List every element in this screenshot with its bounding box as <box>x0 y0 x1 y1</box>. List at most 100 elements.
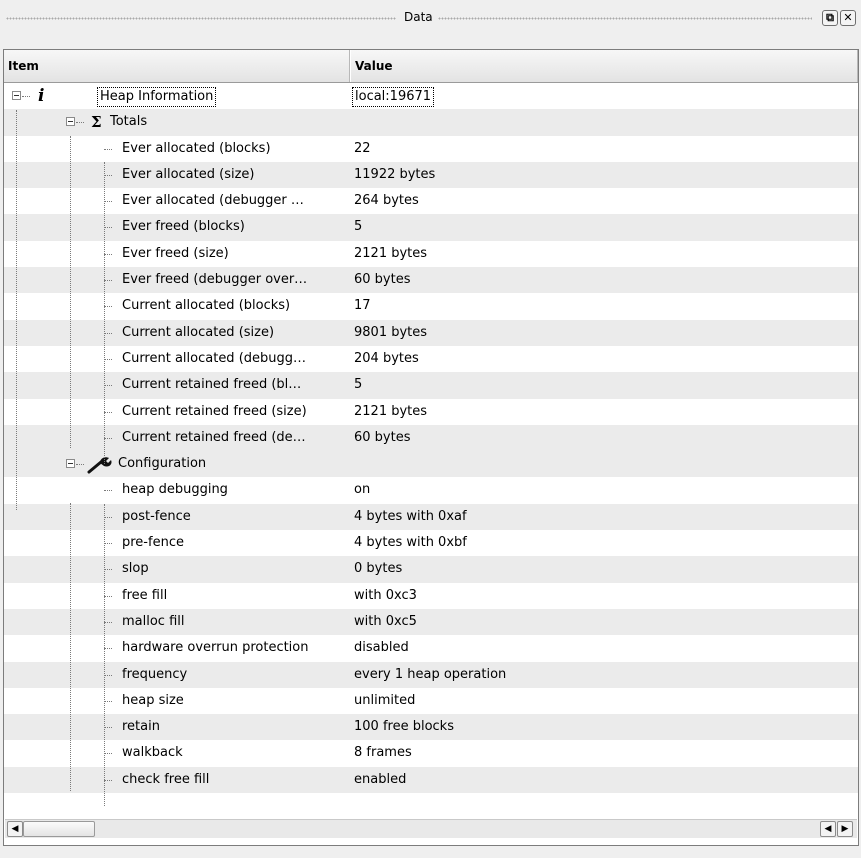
tree-connector <box>104 753 112 755</box>
tree-item-label: Ever allocated (size) <box>122 166 255 182</box>
scroll-left-button-2[interactable]: ◀ <box>820 821 836 837</box>
tree-connector <box>104 253 112 255</box>
tree-item-label: post-fence <box>122 508 191 524</box>
float-button[interactable]: ⧉ <box>822 10 838 26</box>
scroll-left-button[interactable]: ◀ <box>7 821 23 837</box>
tree-row[interactable]: frequency every 1 heap operation <box>4 661 858 688</box>
title-grip-right <box>438 17 812 20</box>
tree-row[interactable]: Current allocated (blocks) 17 <box>4 293 858 319</box>
tree-connector <box>104 516 112 518</box>
float-icon: ⧉ <box>826 11 834 24</box>
tree-row[interactable]: malloc fill with 0xc5 <box>4 608 858 636</box>
tree-connector <box>104 385 112 387</box>
tree-item-label: Configuration <box>118 456 207 472</box>
tree-item-value: 0 bytes <box>354 561 403 577</box>
tree-connector <box>104 174 112 176</box>
tree-connector <box>104 700 112 702</box>
tree-row[interactable]: Ever allocated (debugger … 264 bytes <box>4 188 858 214</box>
tree-row[interactable]: Current allocated (debugg… 204 bytes <box>4 346 858 372</box>
tree-item-label: Current retained freed (size) <box>122 403 307 419</box>
tree-row[interactable]: slop 0 bytes <box>4 556 858 583</box>
tree-row[interactable]: walkback 8 frames <box>4 740 858 766</box>
tree-guide-configuration <box>70 503 71 791</box>
tree-connector <box>104 595 112 597</box>
tree-item-label: Ever freed (size) <box>122 245 229 261</box>
tree-row[interactable]: hardware overrun protection disabled <box>4 635 858 661</box>
collapse-toggle[interactable] <box>66 117 75 127</box>
tree-item-value: 100 free blocks <box>354 719 454 735</box>
tree-row[interactable]: post-fence 4 bytes with 0xaf <box>4 503 858 531</box>
tree-connector <box>104 490 112 492</box>
column-header-value[interactable]: Value <box>350 50 858 82</box>
tree-row-configuration[interactable]: Configuration <box>4 451 858 478</box>
tree-row[interactable]: Ever freed (debugger over… 60 bytes <box>4 267 858 294</box>
info-icon: i <box>38 86 45 106</box>
tree-item-value: enabled <box>354 771 407 787</box>
tree-connector <box>104 332 112 334</box>
tree-row[interactable]: heap debugging on <box>4 477 858 503</box>
tree-row[interactable]: Current retained freed (bl… 5 <box>4 372 858 399</box>
tree-item-value: 4 bytes with 0xaf <box>354 508 467 524</box>
tree-row[interactable]: Ever freed (size) 2121 bytes <box>4 241 858 267</box>
tree-row[interactable]: check free fill enabled <box>4 766 858 794</box>
tree-connector <box>104 569 112 571</box>
tree-row[interactable]: heap size unlimited <box>4 688 858 714</box>
wrench-icon <box>87 454 113 478</box>
tree-row[interactable]: Current retained freed (size) 2121 bytes <box>4 399 858 425</box>
tree-connector <box>104 227 112 229</box>
collapse-toggle[interactable] <box>66 459 75 469</box>
tree-item-value: 22 <box>354 140 371 156</box>
scroll-right-button[interactable]: ▶ <box>837 821 853 837</box>
tree-item-value: 8 frames <box>354 745 412 761</box>
tree-item-label: free fill <box>122 587 168 603</box>
column-header-item[interactable]: Item <box>4 50 350 82</box>
tree-item-label: Ever freed (debugger over… <box>122 272 308 288</box>
tree-item-label: Ever allocated (blocks) <box>122 140 271 156</box>
close-button[interactable]: ✕ <box>840 10 856 26</box>
tree-item-value: 5 <box>354 377 363 393</box>
tree-row[interactable]: Current allocated (size) 9801 bytes <box>4 319 858 346</box>
tree-item-label: heap debugging <box>122 482 228 498</box>
collapse-toggle[interactable] <box>12 91 21 100</box>
tree-row[interactable]: pre-fence 4 bytes with 0xbf <box>4 530 858 556</box>
tree-row-totals[interactable]: Σ Totals <box>4 109 858 136</box>
dock-title-bar[interactable]: Data ⧉ ✕ <box>0 0 861 36</box>
data-tree-view[interactable]: Item Value i Heap Information local:1967… <box>3 49 859 846</box>
dock-title: Data <box>404 10 433 24</box>
tree-item-value: local:19671 <box>352 87 435 107</box>
tree-item-label: Heap Information <box>97 87 217 107</box>
tree-row[interactable]: Ever freed (blocks) 5 <box>4 214 858 241</box>
tree-item-value: 60 bytes <box>354 272 411 288</box>
tree-connector <box>104 437 112 439</box>
tree-row-heap-information[interactable]: i Heap Information local:19671 <box>4 83 858 109</box>
tree-connector <box>104 280 112 282</box>
tree-connector <box>104 358 112 360</box>
tree-item-value: on <box>354 482 371 498</box>
tree-item-label: Current allocated (blocks) <box>122 298 291 314</box>
tree-item-label: retain <box>122 719 160 735</box>
tree-connector <box>104 543 112 545</box>
tree-row[interactable]: Ever allocated (blocks) 22 <box>4 136 858 162</box>
tree-guide-totals-children <box>104 162 105 465</box>
tree-row[interactable]: Current retained freed (de… 60 bytes <box>4 424 858 452</box>
tree-row[interactable]: free fill with 0xc3 <box>4 583 858 609</box>
tree-connector <box>104 148 112 150</box>
scroll-thumb[interactable] <box>23 821 95 837</box>
tree-connector <box>76 464 84 466</box>
tree-item-label: malloc fill <box>122 613 185 629</box>
left-arrow-icon: ◀ <box>11 824 19 834</box>
tree-item-label: Current retained freed (bl… <box>122 377 302 393</box>
tree-connector <box>104 779 112 781</box>
tree-row[interactable]: retain 100 free blocks <box>4 714 858 741</box>
tree-connector <box>104 727 112 729</box>
tree-connector <box>104 306 112 308</box>
tree-guide-configuration-children <box>104 504 105 807</box>
tree-item-label: Current retained freed (de… <box>122 429 306 445</box>
tree-connector <box>104 621 112 623</box>
tree-connector <box>104 674 112 676</box>
tree-item-value: 4 bytes with 0xbf <box>354 535 467 551</box>
tree-connector <box>104 411 112 413</box>
tree-row[interactable]: Ever allocated (size) 11922 bytes <box>4 161 858 189</box>
horizontal-scrollbar[interactable]: ◀ ◀ ▶ <box>5 819 857 838</box>
tree-item-value: disabled <box>354 640 409 656</box>
